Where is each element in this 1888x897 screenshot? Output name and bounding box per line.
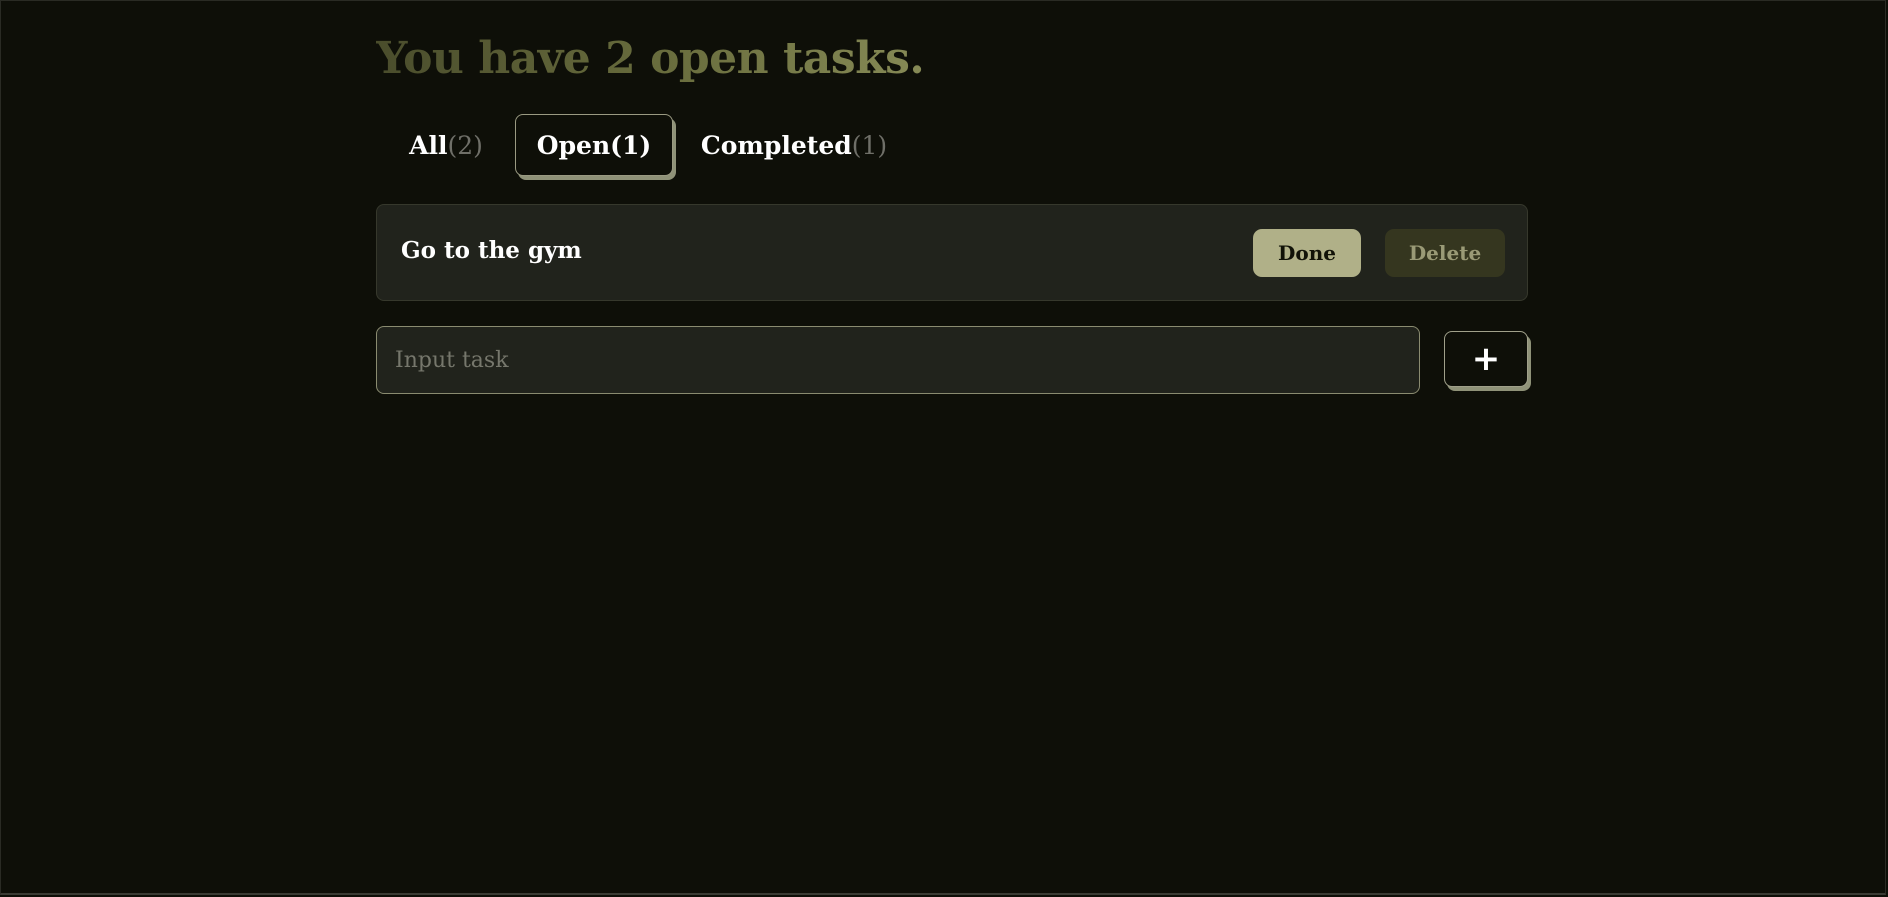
heading-suffix: open tasks. bbox=[635, 33, 925, 84]
filter-tabs: All (2) Open (1) Completed (1) bbox=[376, 114, 976, 178]
task-title: Go to the gym bbox=[401, 237, 582, 264]
tab-all-count: (2) bbox=[447, 130, 483, 160]
tab-open[interactable]: Open (1) bbox=[515, 114, 673, 176]
plus-icon: + bbox=[1471, 339, 1501, 379]
task-item: Go to the gym Done Delete bbox=[376, 204, 1528, 301]
task-input[interactable] bbox=[376, 326, 1420, 394]
open-task-count: 2 bbox=[605, 33, 636, 84]
tab-open-label: Open bbox=[536, 130, 611, 160]
tab-completed-count: (1) bbox=[851, 130, 888, 160]
delete-button[interactable]: Delete bbox=[1385, 229, 1505, 277]
heading-prefix: You have bbox=[376, 33, 606, 84]
page-title: You have 2 open tasks. bbox=[376, 30, 924, 88]
tab-completed-label: Completed bbox=[700, 130, 852, 160]
tab-all-label: All bbox=[409, 130, 448, 160]
done-button[interactable]: Done bbox=[1253, 229, 1361, 277]
tab-all[interactable]: All (2) bbox=[376, 114, 516, 176]
add-task-button[interactable]: + bbox=[1444, 331, 1528, 387]
tab-completed[interactable]: Completed (1) bbox=[694, 114, 894, 176]
tab-open-count: (1) bbox=[610, 130, 652, 160]
